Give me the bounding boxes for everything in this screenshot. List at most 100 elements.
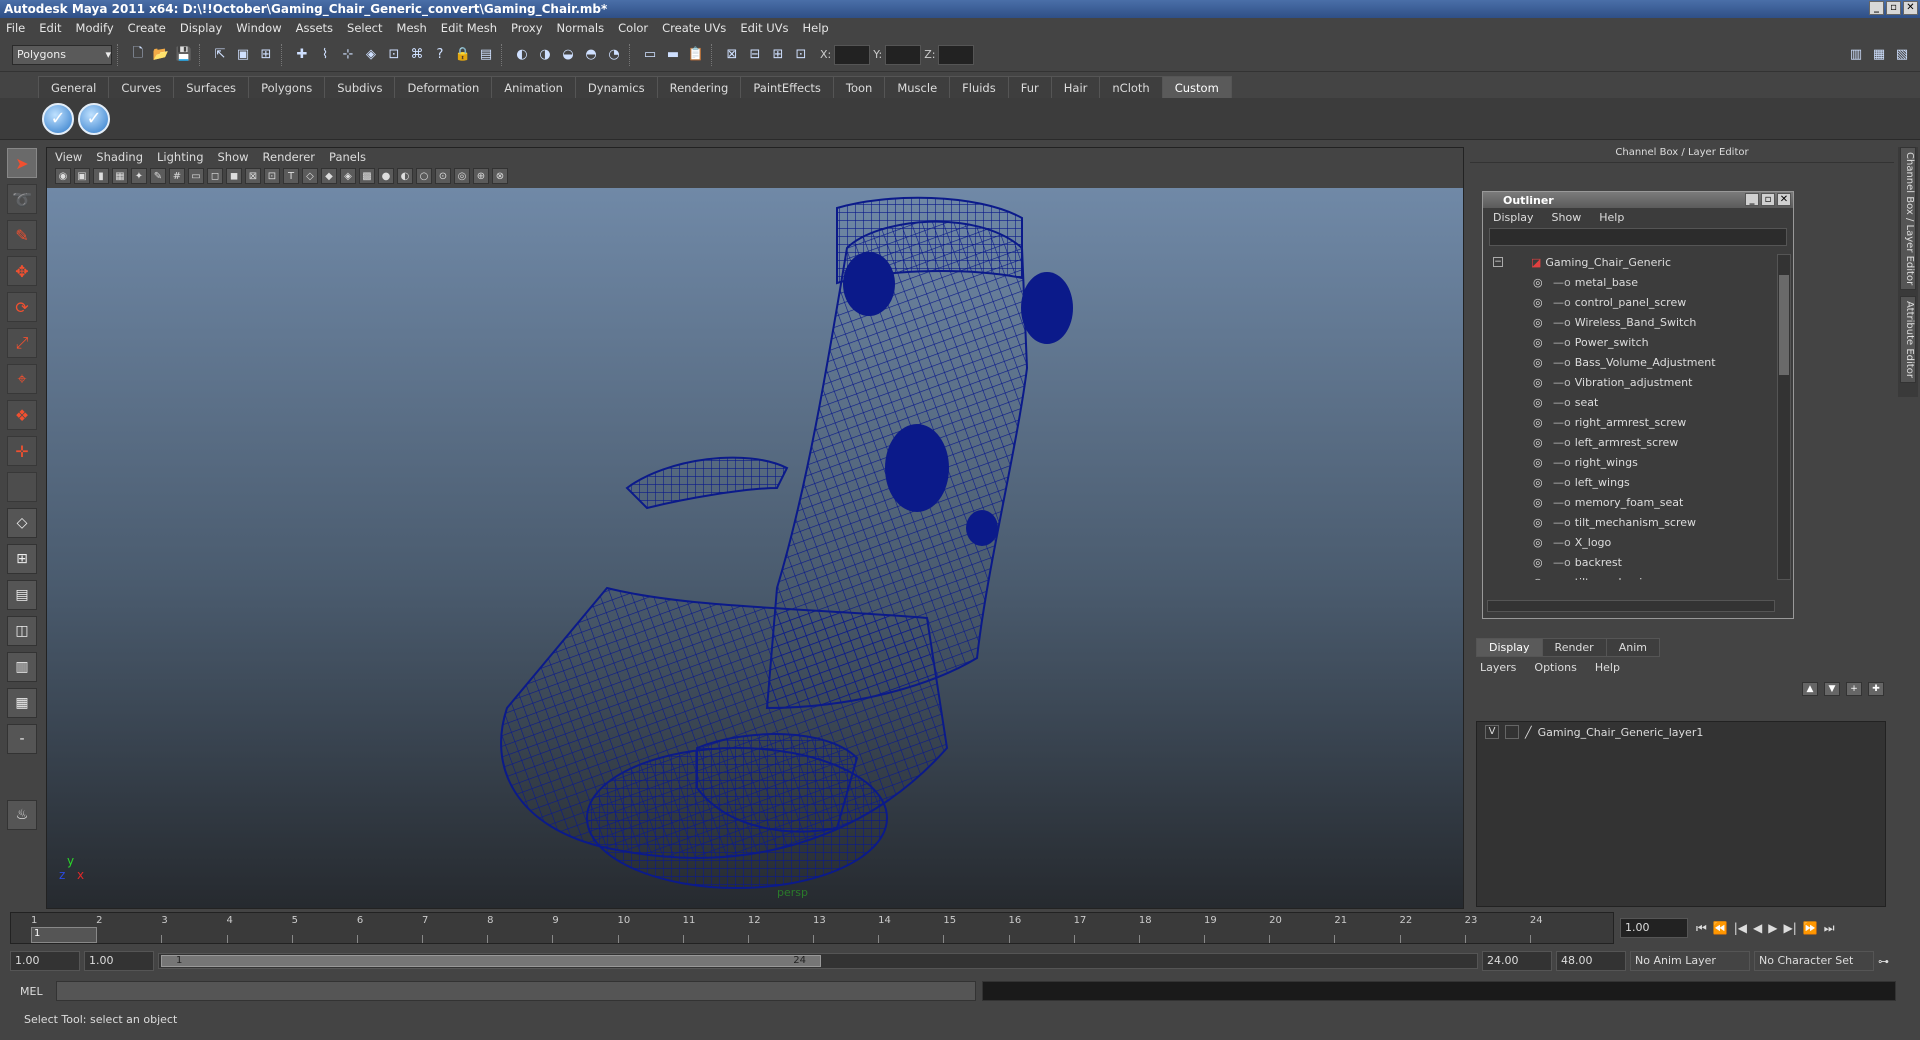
outliner-titlebar[interactable]: Outliner _ ▫ ✕ <box>1483 192 1793 208</box>
snap-plane-icon[interactable]: ◈ <box>361 45 381 65</box>
menu-color[interactable]: Color <box>618 21 648 35</box>
render-view-icon[interactable]: ◔ <box>604 45 624 65</box>
toggle-channel-box-icon[interactable]: ▧ <box>1892 45 1912 65</box>
hypershade-persp-layout-icon[interactable]: ▥ <box>7 652 37 682</box>
tab-toon[interactable]: Toon <box>832 76 886 98</box>
isolate-select-icon[interactable]: ⊙ <box>435 168 451 184</box>
animation-end-field[interactable]: 48.00 <box>1556 951 1626 971</box>
backface-culling-icon[interactable]: ⊗ <box>492 168 508 184</box>
move-layer-up-icon[interactable]: ▲ <box>1802 682 1818 696</box>
step-forward-key-icon[interactable]: ▶| <box>1784 921 1797 935</box>
new-layer-from-selected-icon[interactable]: ✚ <box>1868 682 1884 696</box>
outliner-menu-help[interactable]: Help <box>1599 211 1624 224</box>
viewport-canvas[interactable]: persp y z x <box>47 188 1463 908</box>
menu-edit-mesh[interactable]: Edit Mesh <box>441 21 497 35</box>
select-tool-icon[interactable]: ➤ <box>7 148 37 178</box>
step-forward-icon[interactable]: ⏩ <box>1803 921 1818 935</box>
gate-mask-icon[interactable]: ◼ <box>226 168 242 184</box>
tab-subdivs[interactable]: Subdivs <box>324 76 396 98</box>
range-slider[interactable]: 1 24 <box>158 953 1478 969</box>
playback-start-field[interactable]: 1.00 <box>84 951 154 971</box>
viewport-menu-shading[interactable]: Shading <box>96 150 143 164</box>
input-line-icon[interactable]: ▭ <box>640 45 660 65</box>
textured-icon[interactable]: ▩ <box>359 168 375 184</box>
safe-title-icon[interactable]: T <box>283 168 299 184</box>
paint-select-tool-icon[interactable]: ✎ <box>7 220 37 250</box>
menu-create-uvs[interactable]: Create UVs <box>662 21 726 35</box>
xray-icon[interactable]: ◎ <box>454 168 470 184</box>
tab-polygons[interactable]: Polygons <box>248 76 326 98</box>
save-scene-icon[interactable]: 💾 <box>174 45 194 65</box>
menu-normals[interactable]: Normals <box>557 21 605 35</box>
lock-icon[interactable]: 🔒 <box>453 45 473 65</box>
safe-action-icon[interactable]: ⊡ <box>264 168 280 184</box>
current-frame-field[interactable]: 1.00 <box>1620 918 1688 938</box>
character-set-dropdown[interactable]: No Character Set <box>1754 951 1874 971</box>
outliner-close-button[interactable]: ✕ <box>1777 193 1791 206</box>
camera-attributes-icon[interactable]: ▣ <box>74 168 90 184</box>
maximize-button[interactable]: ▫ <box>1886 1 1901 15</box>
tab-painteffects[interactable]: PaintEffects <box>740 76 834 98</box>
auto-key-icon[interactable]: ⊶ <box>1878 955 1889 968</box>
tab-muscle[interactable]: Muscle <box>884 76 951 98</box>
viewport-menu-panels[interactable]: Panels <box>329 150 366 164</box>
menu-window[interactable]: Window <box>236 21 281 35</box>
go-to-end-icon[interactable]: ⏭ <box>1824 921 1835 936</box>
outliner-item[interactable]: ◎ —o Power_switch <box>1485 332 1777 352</box>
tab-dynamics[interactable]: Dynamics <box>574 76 658 98</box>
tab-deformation[interactable]: Deformation <box>394 76 493 98</box>
outliner-item[interactable]: ◎ —o left_armrest_screw <box>1485 432 1777 452</box>
play-backwards-icon[interactable]: ◀ <box>1753 921 1762 935</box>
absolute-transform-icon[interactable]: ⊠ <box>722 45 742 65</box>
outliner-item[interactable]: ◎ —o X_logo <box>1485 532 1777 552</box>
layer-type-toggle[interactable] <box>1505 725 1519 739</box>
play-forwards-icon[interactable]: ▶ <box>1768 921 1777 935</box>
layer-menu-layers[interactable]: Layers <box>1480 661 1516 674</box>
make-live-icon[interactable]: ⌘ <box>407 45 427 65</box>
help-icon[interactable]: ? <box>430 45 450 65</box>
viewport-menu-show[interactable]: Show <box>218 150 249 164</box>
grid-icon[interactable]: # <box>169 168 185 184</box>
graph-persp-layout-icon[interactable]: ◫ <box>7 616 37 646</box>
x-field[interactable] <box>834 44 871 65</box>
checkmark-icon[interactable]: ✓ <box>42 102 74 135</box>
outliner-root-item[interactable]: − ◪ Gaming_Chair_Generic <box>1485 252 1777 272</box>
outliner-item[interactable]: ◎ —o Vibration_adjustment <box>1485 372 1777 392</box>
menu-modify[interactable]: Modify <box>76 21 114 35</box>
move-tool-icon[interactable]: ✥ <box>7 256 37 286</box>
toggle-tool-settings-icon[interactable]: ▦ <box>1869 45 1889 65</box>
time-slider[interactable]: 1 2 3 4 5 6 7 8 9 10 11 12 13 14 15 16 17 18 19 20 21 22 23 24 1 <box>10 912 1614 944</box>
checkmark-icon[interactable]: ✓ <box>78 102 110 135</box>
outliner-item[interactable]: ◎ —o right_armrest_screw <box>1485 412 1777 432</box>
show-manipulator-icon[interactable]: ✛ <box>7 436 37 466</box>
smooth-shade-icon[interactable]: ◆ <box>321 168 337 184</box>
new-scene-icon[interactable]: 🗋 <box>128 45 148 65</box>
outliner-item[interactable]: ◎ —o right_wings <box>1485 452 1777 472</box>
film-gate-icon[interactable]: ▭ <box>188 168 204 184</box>
select-camera-icon[interactable]: ◉ <box>55 168 71 184</box>
menu-select[interactable]: Select <box>347 21 382 35</box>
scrollbar-thumb[interactable] <box>1779 275 1789 375</box>
collapse-icon[interactable]: - <box>7 724 37 754</box>
rename-object-icon[interactable]: ⊞ <box>768 45 788 65</box>
resolution-gate-icon[interactable]: ◻ <box>207 168 223 184</box>
rotate-tool-icon[interactable]: ⟳ <box>7 292 37 322</box>
menu-create[interactable]: Create <box>128 21 166 35</box>
range-slider-thumb[interactable]: 1 24 <box>161 955 821 967</box>
tab-ncloth[interactable]: nCloth <box>1099 76 1163 98</box>
four-pane-layout-icon[interactable]: ⊞ <box>7 544 37 574</box>
tab-animation[interactable]: Animation <box>491 76 576 98</box>
playback-end-field[interactable]: 24.00 <box>1482 951 1552 971</box>
outliner-item[interactable]: ◎ —o Wireless_Band_Switch <box>1485 312 1777 332</box>
outliner-item[interactable]: ◎ —o left_wings <box>1485 472 1777 492</box>
animation-start-field[interactable]: 1.00 <box>10 951 80 971</box>
tab-fluids[interactable]: Fluids <box>949 76 1009 98</box>
lasso-tool-icon[interactable]: ➰ <box>7 184 37 214</box>
outliner-item[interactable]: ◎ —o seat <box>1485 392 1777 412</box>
2d-pan-zoom-icon[interactable]: ✦ <box>131 168 147 184</box>
outliner-horizontal-scrollbar[interactable] <box>1487 600 1775 612</box>
outliner-menu-show[interactable]: Show <box>1552 211 1582 224</box>
xray-joints-icon[interactable]: ⊕ <box>473 168 489 184</box>
outliner-item[interactable]: ◎ —o tilt_mechanism <box>1485 572 1777 581</box>
rename-icon[interactable]: ▬ <box>663 45 683 65</box>
